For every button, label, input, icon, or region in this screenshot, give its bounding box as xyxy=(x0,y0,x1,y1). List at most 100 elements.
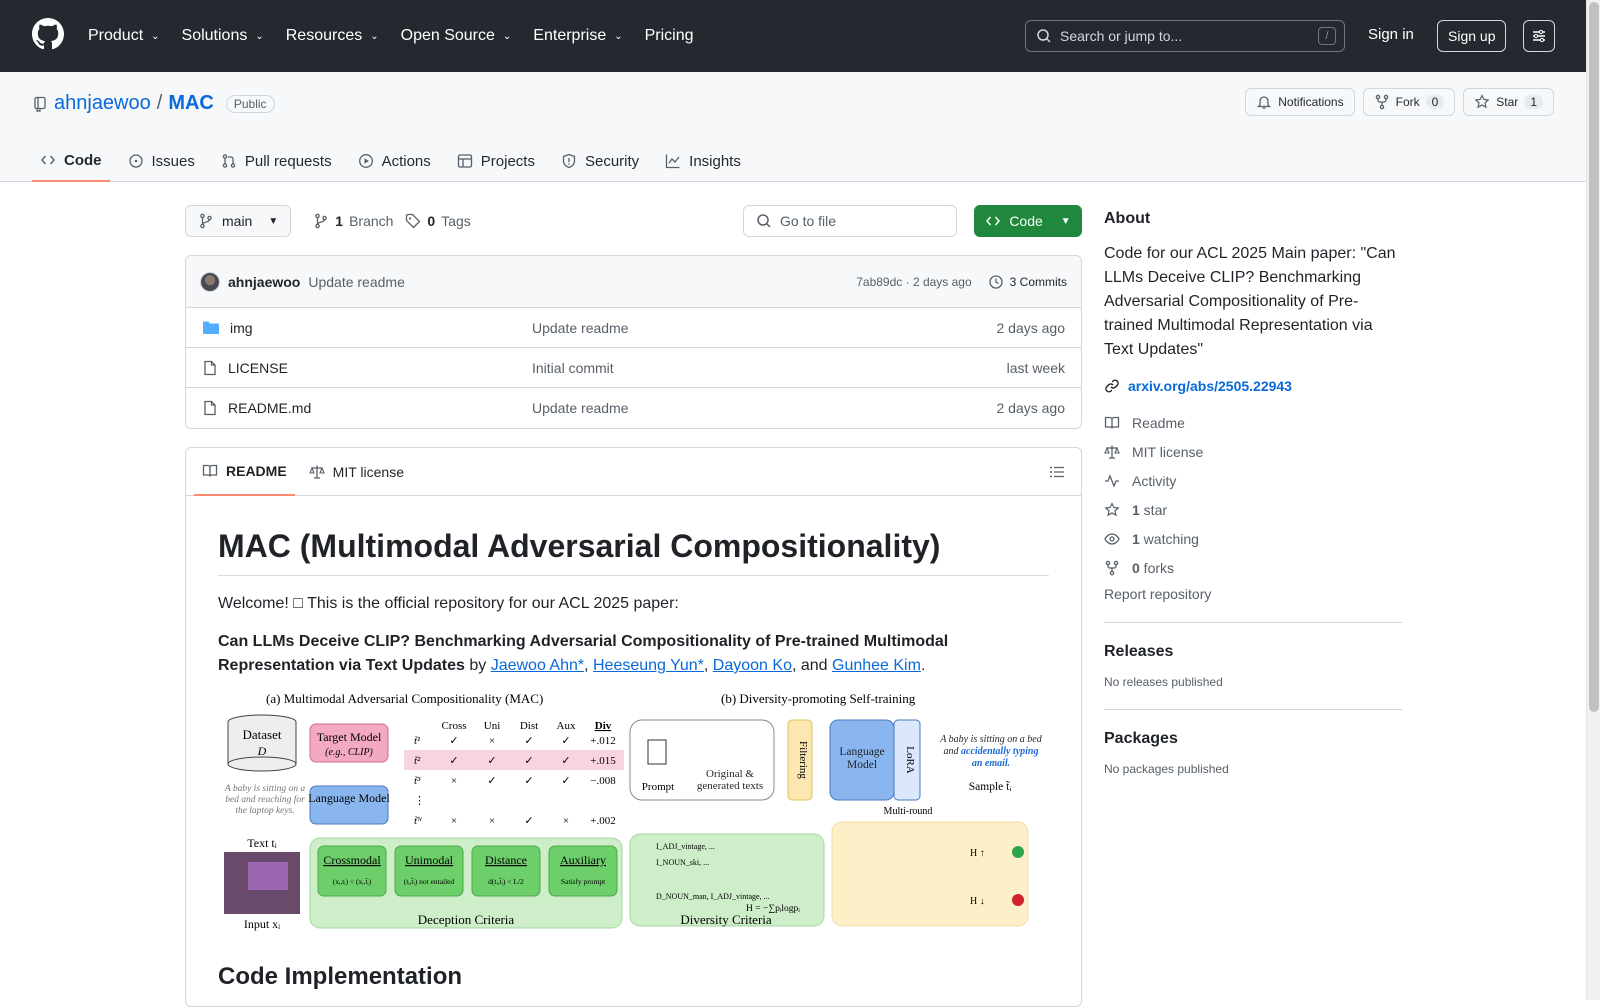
nav-product[interactable]: Product ⌄ xyxy=(88,27,160,45)
criterion-sub: d(tᵢ,t̃ᵢ) < L/2 xyxy=(488,877,524,886)
tab-readme[interactable]: README xyxy=(194,448,295,496)
tab-projects[interactable]: Projects xyxy=(449,140,543,182)
license-link[interactable]: MIT license xyxy=(1104,437,1402,466)
commit-author-link[interactable]: ahnjaewoo xyxy=(228,274,300,290)
folder-icon xyxy=(203,321,219,334)
sign-up-button[interactable]: Sign up xyxy=(1437,20,1507,52)
branch-count: 1 xyxy=(335,213,344,229)
readme-link-label: Readme xyxy=(1132,414,1185,431)
settings-menu-button[interactable] xyxy=(1523,20,1555,52)
commit-message-link[interactable]: Update readme xyxy=(308,274,405,290)
file-row[interactable]: img Update readme 2 days ago xyxy=(186,308,1081,348)
tab-issues[interactable]: Issues xyxy=(120,140,203,182)
stars-link[interactable]: 1 star xyxy=(1104,495,1402,524)
score-mark: ✓ xyxy=(524,755,533,767)
repo-name-link[interactable]: MAC xyxy=(168,92,214,115)
div-score: +.002 xyxy=(590,815,615,827)
tab-insights[interactable]: Insights xyxy=(657,140,749,182)
nav-solutions[interactable]: Solutions ⌄ xyxy=(182,27,264,45)
star-button[interactable]: Star 1 xyxy=(1463,88,1554,116)
col-div: Div xyxy=(595,720,612,732)
nav-enterprise[interactable]: Enterprise ⌄ xyxy=(533,27,622,45)
file-name[interactable]: img xyxy=(202,320,532,336)
tab-actions[interactable]: Actions xyxy=(350,140,439,182)
commit-hash-time[interactable]: 7ab89dc · 2 days ago xyxy=(856,275,971,289)
watchers-link[interactable]: 1 watching xyxy=(1104,524,1402,553)
nav-resources[interactable]: Resources ⌄ xyxy=(286,27,379,45)
homepage-link[interactable]: arxiv.org/abs/2505.22943 xyxy=(1104,378,1402,394)
tab-license[interactable]: MIT license xyxy=(301,448,412,496)
issue-icon xyxy=(128,154,143,168)
tab-code[interactable]: Code xyxy=(32,140,110,182)
sign-in-link[interactable]: Sign in xyxy=(1368,26,1414,43)
x-circle-icon xyxy=(1012,894,1024,906)
forks-label: forks xyxy=(1139,559,1175,576)
file-name[interactable]: LICENSE xyxy=(202,360,532,376)
score-mark: ✓ xyxy=(524,775,533,787)
file-row[interactable]: README.md Update readme 2 days ago xyxy=(186,388,1081,428)
file-row[interactable]: LICENSE Initial commit last week xyxy=(186,348,1081,388)
score-mark: ✓ xyxy=(449,735,458,747)
forks-link[interactable]: 0 forks xyxy=(1104,553,1402,582)
file-commit-message[interactable]: Update readme xyxy=(532,400,997,416)
list-icon[interactable] xyxy=(1049,464,1065,480)
criterion-name: Unimodal xyxy=(405,853,454,867)
score-mark: ✓ xyxy=(449,755,458,767)
avatar[interactable] xyxy=(200,271,220,292)
fork-icon xyxy=(1105,560,1119,575)
releases-heading[interactable]: Releases xyxy=(1104,643,1402,661)
repo-main: main ▼ 1 Branch 0 Tags Go to file Code ▼ a… xyxy=(185,205,1082,1007)
code-button-label: Code xyxy=(1009,213,1043,229)
tags-link[interactable]: 0 Tags xyxy=(405,213,471,229)
fork-button[interactable]: Fork 0 xyxy=(1362,88,1456,116)
div-score: +.012 xyxy=(590,735,615,747)
repo-icon xyxy=(34,96,46,112)
file-navigation: main ▼ 1 Branch 0 Tags Go to file Code ▼ xyxy=(185,205,1082,237)
tab-security[interactable]: Security xyxy=(553,140,647,182)
page-scrollbar[interactable] xyxy=(1586,0,1600,1000)
activity-link[interactable]: Activity xyxy=(1104,466,1402,495)
author-link[interactable]: Gunhee Kim xyxy=(832,657,921,674)
criterion-sub: Satisfy prompt xyxy=(561,877,606,886)
file-commit-message[interactable]: Initial commit xyxy=(532,360,1007,376)
commits-count-label: 3 Commits xyxy=(1009,274,1067,289)
report-repository-link[interactable]: Report repository xyxy=(1104,586,1402,602)
file-name[interactable]: README.md xyxy=(202,400,532,416)
about-sidebar: About Code for our ACL 2025 Main paper: … xyxy=(1104,210,1402,776)
readme-content: MAC (Multimodal Adversarial Compositiona… xyxy=(186,496,1081,991)
nav-open-source[interactable]: Open Source ⌄ xyxy=(401,27,512,45)
sidebar-divider xyxy=(1104,709,1402,710)
readme-tabs: README MIT license xyxy=(186,448,1081,496)
go-to-file-input[interactable]: Go to file xyxy=(743,205,957,237)
branch-selector[interactable]: main ▼ xyxy=(185,205,292,237)
packages-heading[interactable]: Packages xyxy=(1104,730,1402,748)
sliders-icon xyxy=(1533,29,1545,43)
author-link[interactable]: Dayoon Ko xyxy=(713,657,792,674)
global-search-input[interactable]: Search or jump to... / xyxy=(1025,20,1345,52)
commit-meta: 7ab89dc · 2 days ago 3 Commits xyxy=(856,274,1067,290)
sep-text: , xyxy=(584,657,593,674)
book-icon xyxy=(202,464,218,477)
figure-title-a: (a) Multimodal Adversarial Compositional… xyxy=(266,692,543,706)
code-dropdown-button[interactable]: Code ▼ xyxy=(974,205,1082,237)
file-commit-message[interactable]: Update readme xyxy=(532,320,997,336)
score-mark: × xyxy=(451,815,457,827)
target-model-label: Target Model xyxy=(317,730,382,744)
scrollbar-thumb[interactable] xyxy=(1589,2,1599,712)
readme-link[interactable]: Readme xyxy=(1104,408,1402,437)
global-header: Product ⌄ Solutions ⌄ Resources ⌄ Open Sour… xyxy=(0,0,1600,72)
github-logo-icon[interactable] xyxy=(32,18,64,50)
notifications-button[interactable]: Notifications xyxy=(1245,88,1355,116)
search-shortcut-key: / xyxy=(1318,27,1336,45)
nav-pricing[interactable]: Pricing xyxy=(645,27,694,45)
score-mark: ✓ xyxy=(524,735,533,747)
tab-pull-requests[interactable]: Pull requests xyxy=(213,140,340,182)
commits-history-link[interactable]: 3 Commits xyxy=(988,274,1067,290)
author-link[interactable]: Jaewoo Ahn* xyxy=(491,657,584,674)
branches-link[interactable]: 1 Branch xyxy=(313,213,393,229)
repo-owner-link[interactable]: ahnjaewoo xyxy=(54,92,151,115)
chevron-down-icon: ⌄ xyxy=(614,30,623,42)
sep-text: , xyxy=(703,657,713,674)
file-icon xyxy=(204,400,216,416)
author-link[interactable]: Heeseung Yun* xyxy=(593,657,704,674)
